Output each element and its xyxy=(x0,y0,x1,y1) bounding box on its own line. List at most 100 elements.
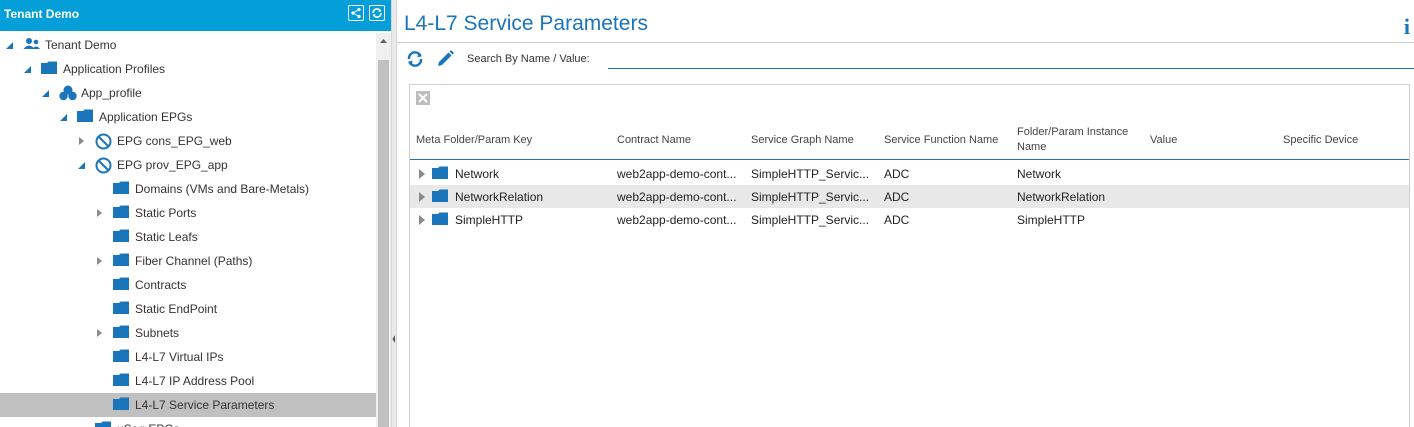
tree-item-label: L4-L7 Service Parameters xyxy=(135,398,275,412)
tree-item[interactable]: Application Profiles xyxy=(0,57,376,81)
column-header[interactable]: Service Graph Name xyxy=(751,133,877,148)
cell-contract: web2app-demo-cont... xyxy=(617,213,737,227)
caret-expanded-icon[interactable] xyxy=(59,105,69,129)
tree-item-label: L4-L7 Virtual IPs xyxy=(135,350,224,364)
table-row[interactable]: Network web2app-demo-cont... SimpleHTTP_Se… xyxy=(410,162,1409,185)
column-header[interactable]: Meta Folder/Param Key xyxy=(416,133,606,148)
cell-contract: web2app-demo-cont... xyxy=(617,167,737,181)
tree-item-label: Contracts xyxy=(135,278,187,292)
table-row[interactable]: NetworkRelation web2app-demo-cont... Simpl… xyxy=(410,185,1409,208)
cell-contract: web2app-demo-cont... xyxy=(617,190,737,204)
table-row[interactable]: SimpleHTTP web2app-demo-cont... SimpleHTTP… xyxy=(410,208,1409,231)
toolbar: Search By Name / Value: xyxy=(397,46,1414,74)
clear-filter-icon[interactable] xyxy=(416,91,430,105)
tree-item[interactable]: Contracts xyxy=(0,273,376,297)
tree-item-label: Application EPGs xyxy=(99,110,193,124)
column-header[interactable]: Service Function Name xyxy=(884,133,1012,148)
tree-item[interactable]: Static Ports xyxy=(0,201,376,225)
tree-item-label: EPG prov_EPG_app xyxy=(117,158,228,172)
caret-expanded-icon[interactable] xyxy=(41,81,51,105)
tree-item[interactable]: Static Leafs xyxy=(0,225,376,249)
cell-instance: SimpleHTTP xyxy=(1017,213,1086,227)
work-pane: L4-L7 Service Parameters i Search By Nam… xyxy=(397,0,1414,427)
caret-collapsed-icon[interactable] xyxy=(95,321,105,345)
caret-expanded-icon[interactable] xyxy=(77,153,87,177)
tree-item-label: App_profile xyxy=(81,86,142,100)
search-input[interactable] xyxy=(608,48,1414,69)
tree-item-label: Static Leafs xyxy=(135,230,198,244)
tree-item[interactable]: Tenant Demo xyxy=(0,33,376,57)
tree-item[interactable]: uSeg EPGs xyxy=(0,417,376,427)
tree-item[interactable]: App_profile xyxy=(0,81,376,105)
parameters-table: Meta Folder/Param Key Contract Name Servic… xyxy=(409,84,1410,427)
tree-item[interactable]: EPG prov_EPG_app xyxy=(0,153,376,177)
tenant-icon xyxy=(23,37,41,54)
tree-item-label: L4-L7 IP Address Pool xyxy=(135,374,255,388)
tree-item[interactable]: Static EndPoint xyxy=(0,297,376,321)
tree-scrollbar-thumb[interactable] xyxy=(378,60,389,427)
caret-collapsed-icon[interactable] xyxy=(95,201,105,225)
tree-item[interactable]: EPG cons_EPG_web xyxy=(0,129,376,153)
cell-graph: SimpleHTTP_Servic... xyxy=(751,190,870,204)
refresh-icon[interactable] xyxy=(405,49,425,74)
info-icon[interactable]: i xyxy=(1404,14,1410,40)
row-expand-icon[interactable] xyxy=(418,168,426,183)
epg-icon xyxy=(95,157,112,177)
folder-icon xyxy=(113,397,130,414)
tree-item-label: Static EndPoint xyxy=(135,302,218,316)
tree-item[interactable]: Subnets xyxy=(0,321,376,345)
epg-icon xyxy=(95,133,112,153)
tree-item-label: Tenant Demo xyxy=(45,38,117,52)
column-header[interactable]: Specific Device xyxy=(1283,133,1403,148)
cell-key: SimpleHTTP xyxy=(455,213,524,227)
folder-icon xyxy=(95,421,112,427)
caret-expanded-icon[interactable] xyxy=(5,33,15,57)
row-expand-icon[interactable] xyxy=(418,191,426,206)
tree-item[interactable]: Domains (VMs and Bare-Metals) xyxy=(0,177,376,201)
cell-function: ADC xyxy=(884,190,910,204)
cell-key: NetworkRelation xyxy=(455,190,544,204)
column-header[interactable]: Value xyxy=(1150,133,1278,148)
edit-icon[interactable] xyxy=(435,49,455,74)
tree-item-label: Application Profiles xyxy=(63,62,166,76)
tree-item[interactable]: L4-L7 IP Address Pool xyxy=(0,369,376,393)
folder-icon xyxy=(77,109,94,126)
caret-collapsed-icon[interactable] xyxy=(77,129,87,153)
column-header[interactable]: Folder/Param Instance Name xyxy=(1017,125,1145,155)
title-divider xyxy=(397,42,1414,43)
navigation-pane: Tenant Demo Tenant Demo Application Profi… xyxy=(0,0,391,427)
header-divider xyxy=(410,159,1409,160)
caret-collapsed-icon[interactable] xyxy=(95,249,105,273)
tree-item[interactable]: L4-L7 Service Parameters xyxy=(0,393,376,417)
folder-icon xyxy=(432,212,449,229)
row-expand-icon[interactable] xyxy=(418,214,426,229)
folder-icon xyxy=(113,181,130,198)
cell-instance: NetworkRelation xyxy=(1017,190,1106,204)
topology-icon[interactable] xyxy=(348,5,364,21)
folder-icon xyxy=(113,205,130,222)
tree-item-label: uSeg EPGs xyxy=(117,422,180,427)
refresh-tree-icon[interactable] xyxy=(369,5,385,21)
caret-expanded-icon[interactable] xyxy=(23,57,33,81)
navigation-header: Tenant Demo xyxy=(0,0,391,31)
tree-item[interactable]: Application EPGs xyxy=(0,105,376,129)
app-profile-icon xyxy=(59,85,77,104)
folder-icon xyxy=(41,61,58,78)
cell-key: Network xyxy=(455,167,500,181)
tree-item[interactable]: Fiber Channel (Paths) xyxy=(0,249,376,273)
cell-function: ADC xyxy=(884,213,910,227)
tree-item-label: Static Ports xyxy=(135,206,197,220)
page-title: L4-L7 Service Parameters xyxy=(404,12,648,35)
folder-icon xyxy=(432,166,449,183)
cell-graph: SimpleHTTP_Servic... xyxy=(751,213,870,227)
cell-instance: Network xyxy=(1017,167,1062,181)
folder-icon xyxy=(113,301,130,318)
folder-icon xyxy=(432,189,449,206)
folder-icon xyxy=(113,277,130,294)
column-header[interactable]: Contract Name xyxy=(617,133,745,148)
cell-function: ADC xyxy=(884,167,910,181)
cell-graph: SimpleHTTP_Servic... xyxy=(751,167,870,181)
folder-icon xyxy=(113,253,130,270)
folder-icon xyxy=(113,325,130,342)
tree-item[interactable]: L4-L7 Virtual IPs xyxy=(0,345,376,369)
